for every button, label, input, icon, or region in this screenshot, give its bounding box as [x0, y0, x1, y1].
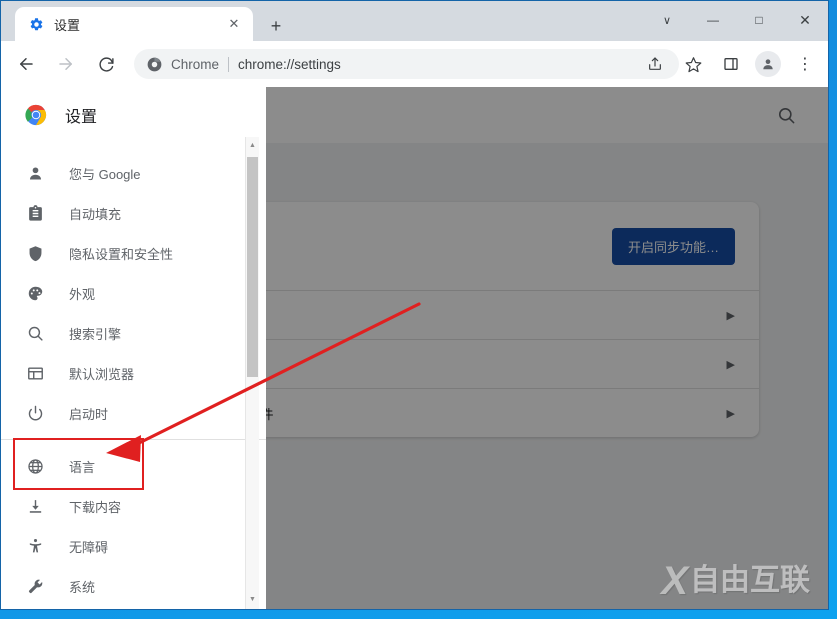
omnibox-scheme-label: Chrome — [171, 56, 220, 72]
sidebar-divider — [1, 439, 266, 440]
sidebar-item-accessibility[interactable]: 无障碍 — [1, 526, 266, 566]
sidebar-item-label: 下载内容 — [69, 499, 122, 515]
profile-avatar[interactable] — [755, 51, 781, 77]
watermark-logo: X — [661, 559, 688, 603]
back-button[interactable] — [11, 49, 41, 79]
shield-icon — [25, 243, 45, 263]
more-menu-icon[interactable]: ⋮ — [791, 50, 819, 78]
tab-strip: 设置 ✕ + ∨ — □ ✕ — [1, 1, 828, 41]
minimize-button[interactable]: — — [690, 1, 736, 39]
drawer-nav-list: 您与 Google 自动填充 隐私设置和安全性 外观 搜索引擎 默认浏览器 启动… — [1, 143, 266, 609]
sidebar-item-label: 您与 Google — [69, 166, 141, 182]
chrome-logo-icon — [25, 104, 47, 126]
sidebar-item-languages[interactable]: 语言 — [1, 446, 266, 486]
accessibility-icon — [25, 536, 45, 556]
browser-toolbar: Chrome chrome://settings ⋮ — [1, 41, 828, 87]
maximize-button[interactable]: □ — [736, 1, 782, 39]
page-viewport: 设置 您与 Google 的智能技术 登录并个性化设置 Chrome 开启同步功… — [1, 87, 828, 609]
close-icon[interactable]: ✕ — [223, 13, 245, 35]
sidebar-item-label: 默认浏览器 — [69, 366, 135, 382]
tab-title-label: 设置 — [54, 17, 81, 33]
sidebar-item-autofill[interactable]: 自动填充 — [1, 193, 266, 233]
bookmark-star-icon[interactable] — [679, 50, 707, 78]
tab-search-chevron-down-icon[interactable]: ∨ — [644, 1, 690, 39]
sidebar-item-downloads[interactable]: 下载内容 — [1, 486, 266, 526]
drawer-title-label: 设置 — [65, 109, 98, 126]
watermark-text: 自由互联 — [690, 564, 810, 597]
sidebar-item-label: 系统 — [69, 579, 96, 595]
sidebar-item-label: 启动时 — [69, 406, 109, 422]
browser-tab-settings[interactable]: 设置 ✕ — [15, 7, 253, 41]
sidebar-item-label: 无障碍 — [69, 539, 109, 555]
sidebar-item-on-startup[interactable]: 启动时 — [1, 393, 266, 433]
sidebar-item-label: 语言 — [69, 459, 96, 475]
new-tab-button[interactable]: + — [263, 13, 289, 39]
window-controls: ∨ — □ ✕ — [644, 1, 828, 39]
side-panel-icon[interactable] — [717, 50, 745, 78]
sidebar-item-privacy[interactable]: 隐私设置和安全性 — [1, 233, 266, 273]
search-icon — [25, 323, 45, 343]
wrench-icon — [25, 576, 45, 596]
close-window-button[interactable]: ✕ — [782, 1, 828, 39]
power-icon — [25, 403, 45, 423]
chrome-logo-icon — [146, 56, 162, 72]
omnibox-divider — [228, 56, 230, 72]
sidebar-item-label: 隐私设置和安全性 — [69, 246, 174, 262]
scroll-down-arrow-icon[interactable]: ▼ — [246, 591, 259, 607]
sidebar-item-appearance[interactable]: 外观 — [1, 273, 266, 313]
sidebar-item-label: 自动填充 — [69, 206, 122, 222]
omnibox-url-text: chrome://settings — [238, 56, 341, 72]
watermark: X 自由互联 — [661, 561, 810, 601]
gear-icon — [28, 16, 44, 32]
address-bar[interactable]: Chrome chrome://settings — [134, 49, 679, 79]
chrome-browser-window: 设置 ✕ + ∨ — □ ✕ Chrome chrome://settings … — [0, 0, 829, 610]
download-icon — [25, 496, 45, 516]
settings-navigation-drawer: 设置 您与 Google 自动填充 隐私设置和安全性 外观 搜索引擎 默认浏览器… — [1, 87, 266, 609]
sidebar-item-default-browser[interactable]: 默认浏览器 — [1, 353, 266, 393]
toolbar-actions: ⋮ — [636, 41, 824, 87]
scroll-up-arrow-icon[interactable]: ▲ — [246, 137, 259, 153]
person-icon — [25, 163, 45, 183]
sidebar-item-label: 搜索引擎 — [69, 326, 122, 342]
sidebar-item-label: 外观 — [69, 286, 96, 302]
forward-button[interactable] — [51, 49, 81, 79]
drawer-scrollbar[interactable]: ▲ ▼ — [245, 137, 259, 609]
sidebar-item-you-and-google[interactable]: 您与 Google — [1, 153, 266, 193]
drawer-header: 设置 — [1, 87, 266, 143]
clipboard-icon — [25, 203, 45, 223]
sidebar-item-system[interactable]: 系统 — [1, 566, 266, 606]
share-icon[interactable] — [641, 50, 669, 78]
scrollbar-thumb[interactable] — [247, 157, 258, 377]
palette-icon — [25, 283, 45, 303]
browser-icon — [25, 363, 45, 383]
reload-button[interactable] — [91, 49, 121, 79]
sidebar-item-search-engine[interactable]: 搜索引擎 — [1, 313, 266, 353]
globe-icon — [25, 456, 45, 476]
